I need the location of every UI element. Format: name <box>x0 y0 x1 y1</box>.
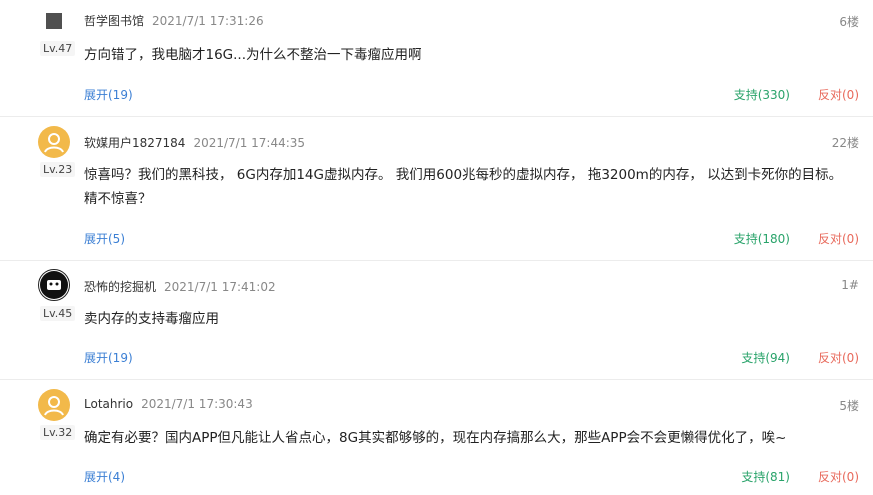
comment-meta: 软媒用户1827184 2021/7/1 17:44:35 <box>84 134 305 151</box>
comment-item: 软媒用户1827184 2021/7/1 17:44:35 22楼 Lv.23 惊… <box>0 117 873 261</box>
default-avatar-icon <box>44 133 64 153</box>
user-avatar[interactable] <box>38 389 70 421</box>
floor-number: 1# <box>841 278 859 292</box>
comment-time: 2021/7/1 17:41:02 <box>164 280 276 294</box>
expand-replies-link[interactable]: 展开(19) <box>84 86 133 103</box>
comment-text: 惊喜吗？我们的黑科技， 6G内存加14G虚拟内存。 我们用600兆每秒的虚拟内存… <box>84 167 843 207</box>
floor-number: 5楼 <box>839 399 859 413</box>
username[interactable]: 哲学图书馆 <box>84 14 144 28</box>
comment-text: 确定有必要？国内APP但凡能让人省点心，8G其实都够够的，现在内存搞那么大，那些… <box>84 430 787 446</box>
floor-number: 6楼 <box>839 15 859 29</box>
user-level-badge: Lv.47 <box>40 41 76 56</box>
user-level-badge: Lv.32 <box>40 425 76 440</box>
comment-time: 2021/7/1 17:30:43 <box>141 397 253 411</box>
comment-text: 卖内存的支持毒瘤应用 <box>84 311 219 327</box>
support-button[interactable]: 支持(81) <box>741 468 790 485</box>
user-level-badge: Lv.45 <box>40 306 76 321</box>
comment-item: 哲学图书馆 2021/7/1 17:31:26 6楼 Lv.47 方向错了，我电脑… <box>0 0 873 117</box>
comment-item: 恐怖的挖掘机 2021/7/1 17:41:02 1# Lv.45 卖内存的支持毒… <box>0 261 873 380</box>
comment-item: Lotahrio 2021/7/1 17:30:43 5楼 Lv.32 确定有必要… <box>0 380 873 495</box>
oppose-button[interactable]: 反对(0) <box>818 468 859 485</box>
expand-replies-link[interactable]: 展开(4) <box>84 468 125 485</box>
username[interactable]: Lotahrio <box>84 397 133 411</box>
oppose-button[interactable]: 反对(0) <box>818 230 859 247</box>
user-level-badge: Lv.23 <box>40 162 76 177</box>
default-avatar-icon <box>44 396 64 416</box>
support-button[interactable]: 支持(330) <box>734 86 790 103</box>
comment-time: 2021/7/1 17:31:26 <box>152 14 264 28</box>
comment-text: 方向错了，我电脑才16G...为什么不整治一下毒瘤应用啊 <box>84 47 422 63</box>
oppose-button[interactable]: 反对(0) <box>818 349 859 366</box>
comment-meta: 哲学图书馆 2021/7/1 17:31:26 <box>84 12 264 29</box>
mascot-avatar-icon <box>40 271 68 299</box>
expand-replies-link[interactable]: 展开(5) <box>84 230 125 247</box>
support-button[interactable]: 支持(94) <box>741 349 790 366</box>
user-avatar[interactable] <box>38 126 70 158</box>
oppose-button[interactable]: 反对(0) <box>818 86 859 103</box>
support-button[interactable]: 支持(180) <box>734 230 790 247</box>
username[interactable]: 软媒用户1827184 <box>84 136 185 150</box>
username[interactable]: 恐怖的挖掘机 <box>84 280 156 294</box>
user-avatar[interactable] <box>38 269 70 301</box>
comment-meta: Lotahrio 2021/7/1 17:30:43 <box>84 397 253 411</box>
user-avatar[interactable] <box>46 13 62 29</box>
floor-number: 22楼 <box>831 136 859 150</box>
comment-meta: 恐怖的挖掘机 2021/7/1 17:41:02 <box>84 278 276 295</box>
expand-replies-link[interactable]: 展开(19) <box>84 349 133 366</box>
comment-time: 2021/7/1 17:44:35 <box>193 136 306 150</box>
